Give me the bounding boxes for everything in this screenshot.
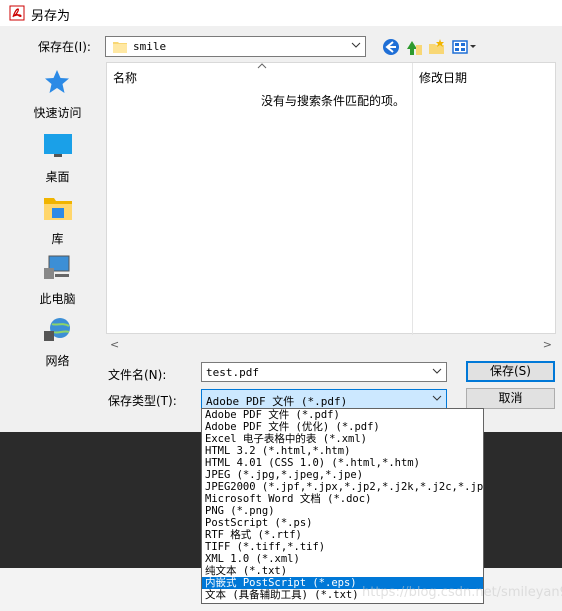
save-as-dialog: 另存为 保存在(I): smile 快速访问 桌面 库 此电脑 网络 名称 修改… xyxy=(0,0,562,432)
file-type-option[interactable]: HTML 4.01 (CSS 1.0) (*.html,*.htm) xyxy=(202,457,483,469)
scroll-right-button[interactable]: > xyxy=(543,338,552,351)
save-button[interactable]: 保存(S) xyxy=(466,361,555,382)
place-label: 桌面 xyxy=(45,170,70,184)
place-this-pc[interactable]: 此电脑 xyxy=(10,254,105,312)
chevron-down-icon xyxy=(432,395,442,401)
view-menu-icon[interactable] xyxy=(451,37,477,57)
places-bar: 快速访问 桌面 库 此电脑 网络 xyxy=(10,62,105,382)
file-type-option[interactable]: Microsoft Word 文档 (*.doc) xyxy=(202,493,483,505)
file-type-value: Adobe PDF 文件 (*.pdf) xyxy=(206,395,348,408)
horizontal-scrollbar[interactable]: < > xyxy=(106,335,556,352)
desktop-icon xyxy=(44,134,72,157)
file-type-option[interactable]: RTF 格式 (*.rtf) xyxy=(202,529,483,541)
column-divider[interactable] xyxy=(412,63,413,335)
place-label: 此电脑 xyxy=(39,292,76,306)
folder-icon xyxy=(113,42,127,53)
file-type-option[interactable]: HTML 3.2 (*.html,*.htm) xyxy=(202,445,483,457)
file-type-dropdown[interactable]: Adobe PDF 文件 (*.pdf) xyxy=(201,389,447,409)
file-type-option[interactable]: JPEG (*.jpg,*.jpeg,*.jpe) xyxy=(202,469,483,481)
file-name-label: 文件名(N): xyxy=(108,368,167,382)
cancel-button[interactable]: 取消 xyxy=(466,388,555,409)
place-library[interactable]: 库 xyxy=(10,194,105,252)
network-icon xyxy=(44,318,70,341)
scroll-left-button[interactable]: < xyxy=(110,338,119,351)
title-bar: 另存为 xyxy=(0,0,562,26)
library-icon xyxy=(44,198,72,220)
save-in-label: 保存在(I): xyxy=(38,40,91,54)
chevron-down-icon xyxy=(351,42,361,48)
empty-message: 没有与搜索条件匹配的项。 xyxy=(261,94,406,108)
up-folder-icon[interactable] xyxy=(404,37,424,57)
file-type-option[interactable]: Adobe PDF 文件 (*.pdf) xyxy=(202,409,483,421)
file-name-value: test.pdf xyxy=(206,366,259,379)
place-label: 库 xyxy=(51,232,64,246)
file-type-option[interactable]: 纯文本 (*.txt) xyxy=(202,565,483,577)
file-type-option[interactable]: PostScript (*.ps) xyxy=(202,517,483,529)
file-type-options-list[interactable]: Adobe PDF 文件 (*.pdf) Adobe PDF 文件 (优化) (*… xyxy=(201,408,484,604)
watermark-text: https://blog.csdn.net/smileyan9 xyxy=(362,585,562,600)
file-type-option[interactable]: XML 1.0 (*.xml) xyxy=(202,553,483,565)
chevron-down-icon[interactable] xyxy=(432,366,442,376)
file-type-option[interactable]: Excel 电子表格中的表 (*.xml) xyxy=(202,433,483,445)
computer-icon xyxy=(44,255,70,279)
place-label: 网络 xyxy=(45,354,70,368)
place-desktop[interactable]: 桌面 xyxy=(10,132,105,190)
column-header-name[interactable]: 名称 xyxy=(113,69,137,86)
star-icon xyxy=(45,70,69,93)
file-type-label: 保存类型(T): xyxy=(108,394,177,408)
save-in-value: smile xyxy=(133,40,167,53)
column-header-date[interactable]: 修改日期 xyxy=(419,69,467,86)
back-icon[interactable] xyxy=(381,37,401,57)
pdf-icon xyxy=(9,5,25,21)
file-type-option[interactable]: Adobe PDF 文件 (优化) (*.pdf) xyxy=(202,421,483,433)
place-quick-access[interactable]: 快速访问 xyxy=(10,68,105,126)
file-type-option[interactable]: JPEG2000 (*.jpf,*.jpx,*.jp2,*.j2k,*.j2c,… xyxy=(202,481,483,493)
window-title: 另存为 xyxy=(31,9,71,24)
file-type-option[interactable]: PNG (*.png) xyxy=(202,505,483,517)
file-type-option[interactable]: TIFF (*.tiff,*.tif) xyxy=(202,541,483,553)
file-name-input[interactable]: test.pdf xyxy=(201,362,447,382)
save-in-dropdown[interactable]: smile xyxy=(105,36,366,57)
place-network[interactable]: 网络 xyxy=(10,316,105,374)
sort-caret-icon xyxy=(257,63,267,69)
file-list[interactable]: 名称 修改日期 没有与搜索条件匹配的项。 xyxy=(106,62,556,335)
new-folder-icon[interactable] xyxy=(427,37,447,57)
place-label: 快速访问 xyxy=(33,106,82,120)
